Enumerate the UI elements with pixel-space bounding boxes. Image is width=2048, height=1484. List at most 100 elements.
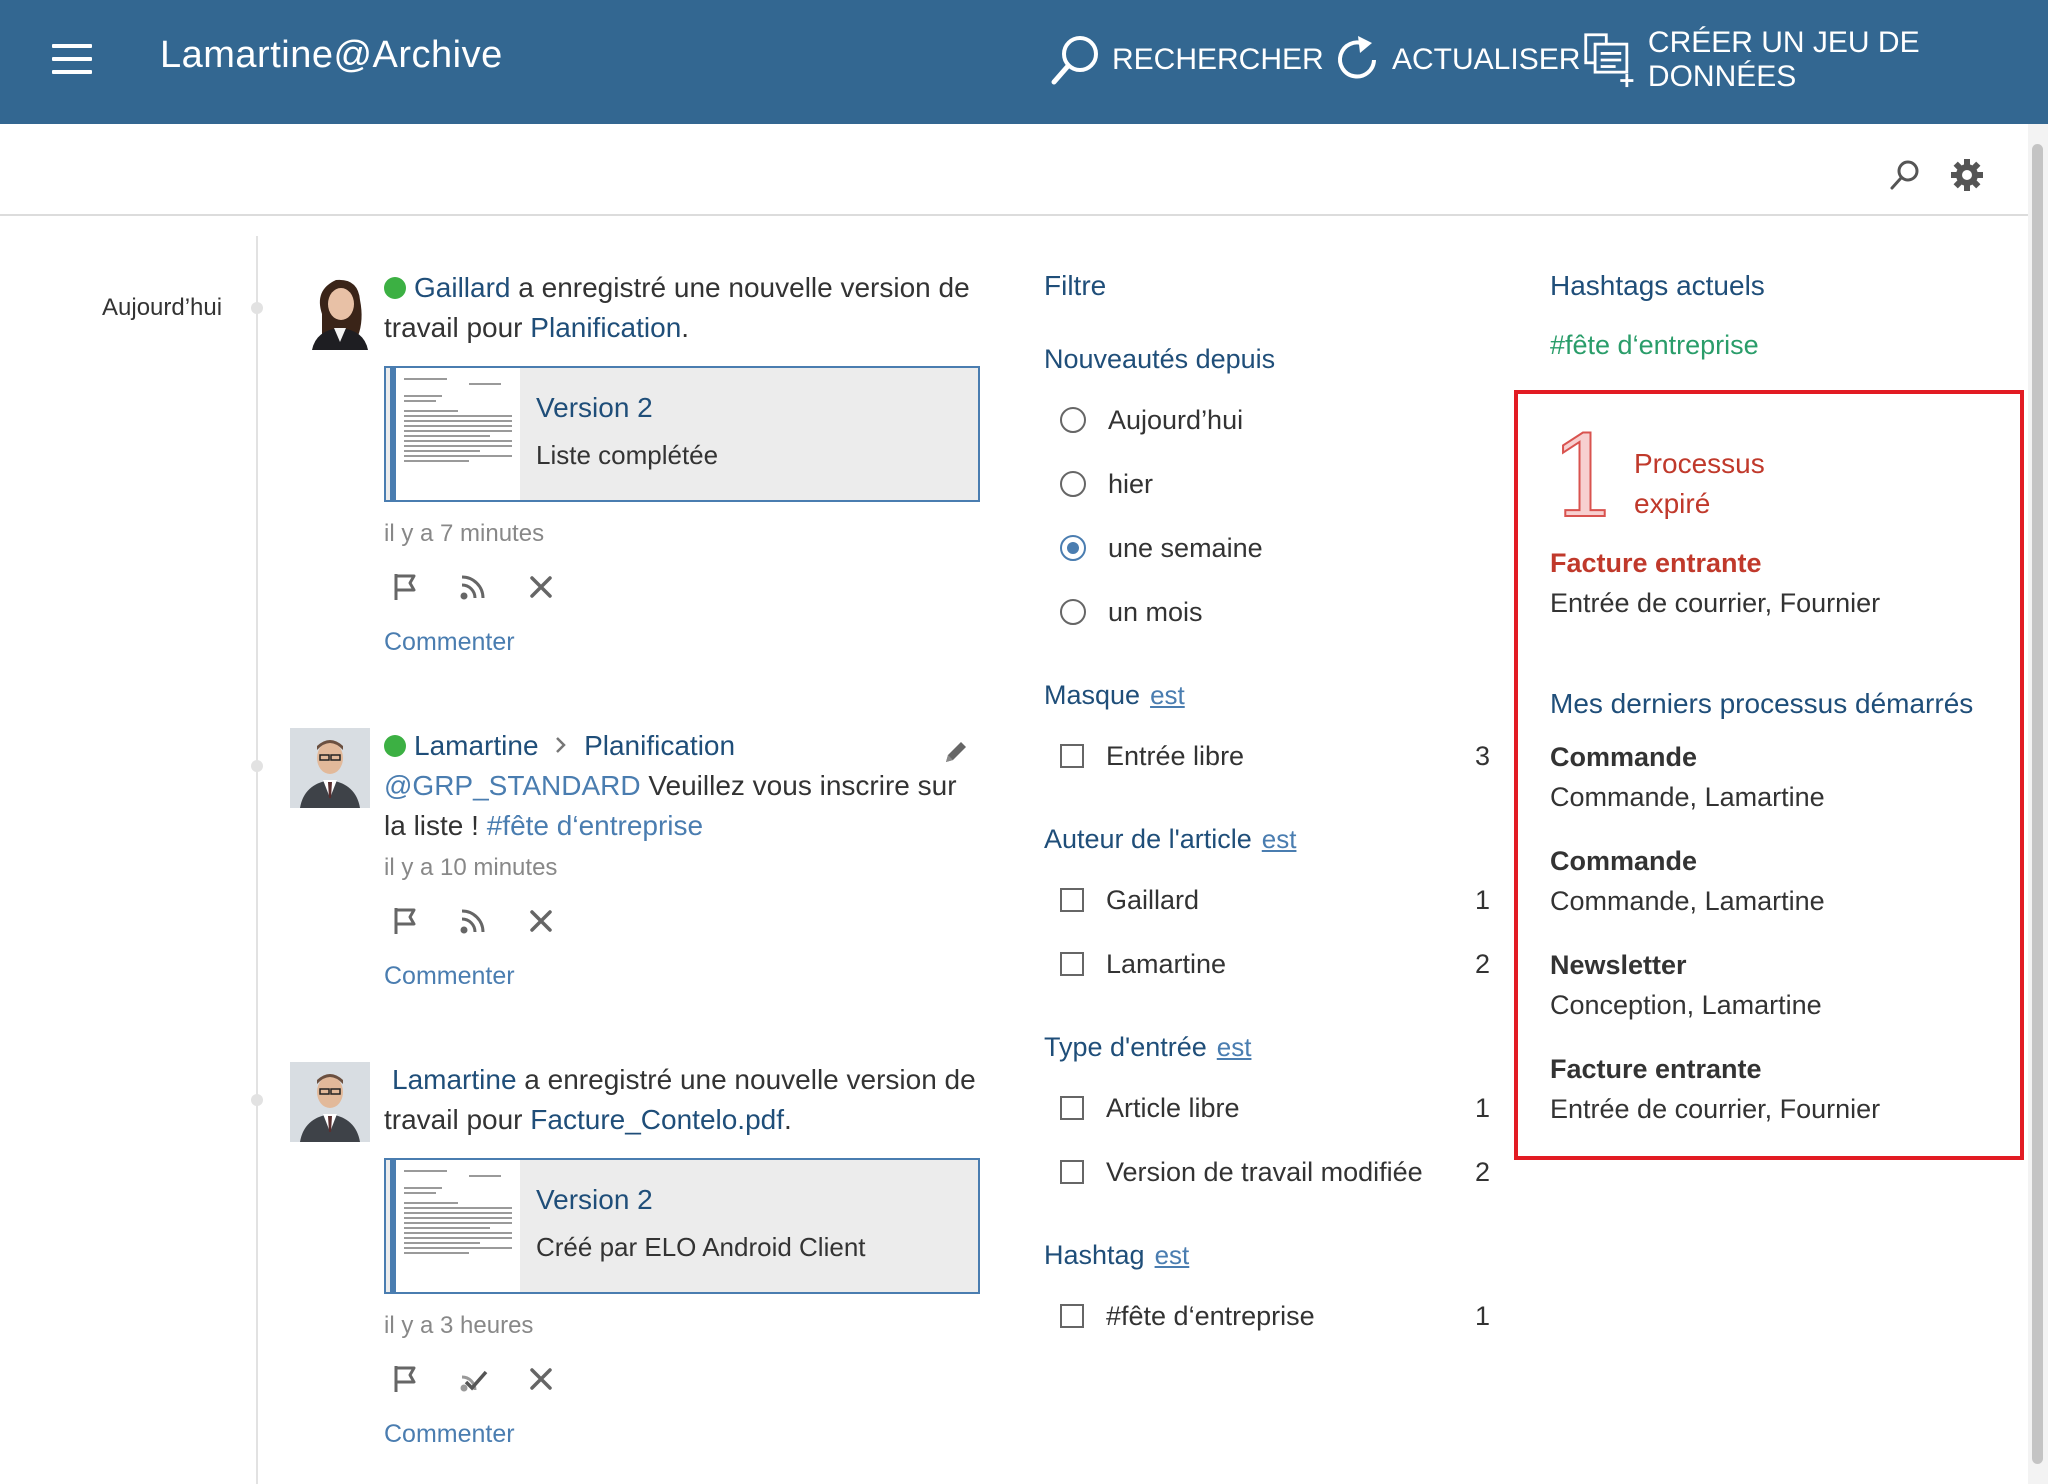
radio-label: hier [1108, 468, 1154, 499]
subscribed-feed-icon[interactable] [456, 1362, 490, 1396]
est-link[interactable]: est [1217, 1032, 1252, 1062]
new-document-icon [1584, 33, 1634, 88]
expired-processes-label[interactable]: Processus expiré [1634, 444, 1765, 524]
radio-label: un mois [1108, 596, 1203, 627]
radio-today[interactable]: Aujourd’hui [1060, 400, 1490, 440]
version-card[interactable]: Version 2 Liste complétée [384, 366, 980, 502]
mention-link[interactable]: @GRP_STANDARD [384, 770, 641, 801]
recent-process-title[interactable]: Facture entrante [1550, 1054, 1762, 1085]
edit-pencil-icon[interactable] [940, 736, 972, 768]
filter-checkbox-row[interactable]: Gaillard 1 [1060, 880, 1490, 920]
est-link[interactable]: est [1155, 1240, 1190, 1270]
gear-icon[interactable] [1950, 158, 1984, 192]
user-photo-icon [290, 728, 370, 808]
recent-process-title[interactable]: Newsletter [1550, 950, 1687, 981]
radio-label: une semaine [1108, 532, 1263, 563]
expired-process-title[interactable]: Facture entrante [1550, 548, 1762, 579]
checkbox[interactable] [1060, 744, 1084, 768]
est-link[interactable]: est [1262, 824, 1297, 854]
filter-count: 2 [1474, 1156, 1490, 1187]
feed-item-text: Lamartine Planification @GRP_STANDARD Ve… [384, 726, 984, 846]
scrollbar[interactable] [2028, 124, 2048, 1484]
filter-checkbox-row[interactable]: Version de travail modifiée 2 [1060, 1152, 1490, 1192]
version-subtitle: Liste complétée [536, 440, 719, 470]
target-link[interactable]: Facture_Contelo.pdf [530, 1104, 784, 1135]
target-link[interactable]: Planification [584, 730, 735, 761]
radio-week[interactable]: une semaine [1060, 528, 1490, 568]
online-status-icon [384, 277, 406, 299]
timeline-line [256, 236, 258, 1484]
version-title: Version 2 [536, 392, 653, 423]
radio-month[interactable]: un mois [1060, 592, 1490, 632]
search-button[interactable]: RECHERCHER [1048, 30, 1324, 90]
version-card[interactable]: Version 2 Créé par ELO Android Client [384, 1158, 980, 1294]
current-hashtag-link[interactable]: #fête d‘entreprise [1550, 330, 1759, 361]
timeline-dot [251, 302, 263, 314]
comment-link[interactable]: Commenter [384, 962, 515, 991]
checkbox-label: #fête d‘entreprise [1106, 1300, 1315, 1331]
refresh-button[interactable]: ACTUALISER [1330, 30, 1580, 90]
refresh-icon [1338, 36, 1376, 79]
checkbox[interactable] [1060, 952, 1084, 976]
toolbar [0, 124, 2028, 216]
close-icon[interactable] [524, 1362, 558, 1396]
avatar-lamartine[interactable] [290, 1062, 370, 1142]
feed-item-text: Lamartine a enregistré une nouvelle vers… [384, 1060, 984, 1140]
radio-button-selected[interactable] [1060, 535, 1086, 561]
filter-count: 1 [1474, 1300, 1490, 1331]
hashtag-heading: Hashtag est [1044, 1240, 1189, 1271]
avatar-lamartine[interactable] [290, 728, 370, 808]
filter-title: Filtre [1044, 270, 1107, 301]
checkbox[interactable] [1060, 1304, 1084, 1328]
menu-icon[interactable] [52, 44, 92, 74]
author-link[interactable]: Lamartine [414, 730, 539, 761]
flag-icon[interactable] [388, 904, 422, 938]
radio-button[interactable] [1060, 407, 1086, 433]
filter-checkbox-row[interactable]: #fête d‘entreprise 1 [1060, 1296, 1490, 1336]
feed-item-punctuation: . [784, 1104, 792, 1135]
create-dataset-button[interactable]: CRÉER UN JEU DE DONNÉES [1582, 26, 2048, 93]
scrollbar-thumb[interactable] [2032, 144, 2043, 1464]
avatar-gaillard[interactable] [300, 270, 380, 350]
timeline-dot [251, 1094, 263, 1106]
target-link[interactable]: Planification [530, 312, 681, 343]
hashtag-link[interactable]: #fête d‘entreprise [487, 810, 703, 841]
radio-button[interactable] [1060, 471, 1086, 497]
filter-checkbox-row[interactable]: Article libre 1 [1060, 1088, 1490, 1128]
user-photo-icon [290, 1062, 370, 1142]
author-link[interactable]: Lamartine [392, 1064, 517, 1095]
filter-checkbox-row[interactable]: Lamartine 2 [1060, 944, 1490, 984]
search-icon[interactable] [1888, 158, 1922, 192]
refresh-label: ACTUALISER [1392, 43, 1581, 76]
recent-processes-heading: Mes derniers processus démarrés [1550, 688, 1974, 719]
close-icon[interactable] [524, 904, 558, 938]
subscribe-feed-icon[interactable] [456, 904, 490, 938]
hashtags-heading: Hashtags actuels [1550, 270, 1765, 301]
est-link[interactable]: est [1150, 680, 1185, 710]
date-label: Aujourd’hui [102, 294, 223, 321]
checkbox[interactable] [1060, 1160, 1084, 1184]
subscribe-feed-icon[interactable] [456, 570, 490, 604]
masque-label: Masque [1044, 680, 1141, 710]
checkbox-label: Entrée libre [1106, 740, 1245, 771]
author-heading: Auteur de l'article est [1044, 824, 1296, 855]
comment-link[interactable]: Commenter [384, 1420, 515, 1449]
filter-count: 3 [1474, 740, 1490, 771]
expired-label-line1: Processus [1634, 448, 1765, 479]
author-link[interactable]: Gaillard [414, 272, 510, 303]
filter-checkbox-row[interactable]: Entrée libre 3 [1060, 736, 1490, 776]
flag-icon[interactable] [388, 570, 422, 604]
type-heading: Type d'entrée est [1044, 1032, 1251, 1063]
comment-link[interactable]: Commenter [384, 628, 515, 657]
version-subtitle: Créé par ELO Android Client [536, 1232, 866, 1262]
recent-process-subtitle: Commande, Lamartine [1550, 886, 1825, 916]
radio-yesterday[interactable]: hier [1060, 464, 1490, 504]
recent-process-title[interactable]: Commande [1550, 846, 1697, 877]
checkbox[interactable] [1060, 888, 1084, 912]
flag-icon[interactable] [388, 1362, 422, 1396]
close-icon[interactable] [524, 570, 558, 604]
radio-button[interactable] [1060, 599, 1086, 625]
checkbox-label: Lamartine [1106, 948, 1227, 979]
checkbox[interactable] [1060, 1096, 1084, 1120]
recent-process-title[interactable]: Commande [1550, 742, 1697, 773]
